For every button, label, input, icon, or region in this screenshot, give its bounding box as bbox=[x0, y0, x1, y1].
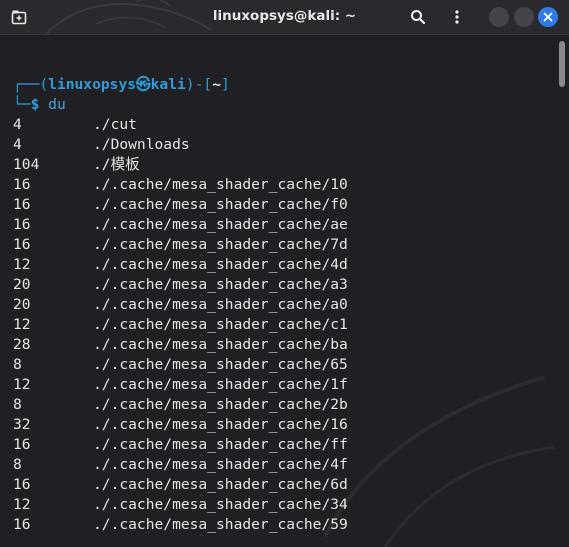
du-path: ./.cache/mesa_shader_cache/10 bbox=[93, 176, 348, 193]
new-tab-icon bbox=[11, 10, 27, 25]
prompt-header-line: ┌──(linuxopsys㉿kali)-[~] bbox=[13, 75, 230, 95]
du-path: ./.cache/mesa_shader_cache/ba bbox=[93, 336, 348, 353]
minimize-button[interactable] bbox=[489, 7, 509, 27]
prompt-close-bracket: ] bbox=[220, 76, 230, 93]
du-path: ./.cache/mesa_shader_cache/a0 bbox=[93, 296, 348, 313]
du-size: 28 bbox=[13, 336, 31, 353]
du-size: 4 bbox=[13, 116, 22, 133]
title-bar[interactable]: linuxopsys@kali: ~ bbox=[0, 0, 569, 35]
du-path: ./.cache/mesa_shader_cache/2b bbox=[93, 396, 348, 413]
prompt-close-paren: ) bbox=[185, 76, 195, 93]
du-path: ./.cache/mesa_shader_cache/1f bbox=[93, 376, 348, 393]
du-path: ./.cache/mesa_shader_cache/65 bbox=[93, 356, 348, 373]
new-tab-button[interactable] bbox=[9, 7, 29, 27]
du-size: 12 bbox=[13, 376, 31, 393]
du-output-row: 16 ./.cache/mesa_shader_cache/ff bbox=[13, 435, 348, 455]
du-path: ./.cache/mesa_shader_cache/16 bbox=[93, 416, 348, 433]
du-size: 16 bbox=[13, 476, 31, 493]
entered-command: du bbox=[48, 96, 66, 113]
du-path: ./.cache/mesa_shader_cache/7d bbox=[93, 236, 348, 253]
du-output-row: 12 ./.cache/mesa_shader_cache/c1 bbox=[13, 315, 348, 335]
search-icon bbox=[411, 10, 426, 25]
prompt-host: kali bbox=[150, 76, 186, 93]
du-output-row: 12 ./.cache/mesa_shader_cache/4d bbox=[13, 255, 348, 275]
du-size: 16 bbox=[13, 216, 31, 233]
close-button[interactable] bbox=[538, 7, 558, 27]
scrollbar[interactable] bbox=[555, 35, 569, 547]
du-size: 32 bbox=[13, 416, 31, 433]
du-size: 104 bbox=[13, 156, 40, 173]
du-output-row: 4 ./Downloads bbox=[13, 135, 348, 155]
du-path: ./.cache/mesa_shader_cache/34 bbox=[93, 496, 348, 513]
du-output-row: 16 ./.cache/mesa_shader_cache/10 bbox=[13, 175, 348, 195]
du-path: ./cut bbox=[93, 116, 137, 133]
du-output-row: 28 ./.cache/mesa_shader_cache/ba bbox=[13, 335, 348, 355]
prompt-user: linuxopsys bbox=[48, 76, 137, 93]
du-path: ./.cache/mesa_shader_cache/59 bbox=[93, 516, 348, 533]
du-output-row: 16 ./.cache/mesa_shader_cache/ae bbox=[13, 215, 348, 235]
du-output-row: 8 ./.cache/mesa_shader_cache/4f bbox=[13, 455, 348, 475]
kali-dragon-watermark-icon bbox=[45, 0, 212, 34]
du-size: 12 bbox=[13, 316, 31, 333]
du-size: 16 bbox=[13, 236, 31, 253]
prompt-open-bracket: [ bbox=[203, 76, 213, 93]
du-output-row: 8 ./.cache/mesa_shader_cache/65 bbox=[13, 355, 348, 375]
du-size: 20 bbox=[13, 276, 31, 293]
du-path: ./.cache/mesa_shader_cache/6d bbox=[93, 476, 348, 493]
du-size: 16 bbox=[13, 176, 31, 193]
du-output-row: 12 ./.cache/mesa_shader_cache/1f bbox=[13, 375, 348, 395]
du-output-row: 104 ./模板 bbox=[13, 155, 348, 175]
close-icon bbox=[543, 12, 553, 22]
du-output-row: 32 ./.cache/mesa_shader_cache/16 bbox=[13, 415, 348, 435]
du-size: 16 bbox=[13, 516, 31, 533]
prompt-dollar: $ bbox=[30, 96, 40, 113]
du-path: ./.cache/mesa_shader_cache/4d bbox=[93, 256, 348, 273]
kebab-menu-icon bbox=[455, 10, 459, 24]
du-size: 16 bbox=[13, 436, 31, 453]
search-button[interactable] bbox=[407, 6, 429, 28]
du-path: ./.cache/mesa_shader_cache/4f bbox=[93, 456, 348, 473]
du-output-row: 20 ./.cache/mesa_shader_cache/a3 bbox=[13, 275, 348, 295]
du-output-row: 16 ./.cache/mesa_shader_cache/f0 bbox=[13, 195, 348, 215]
terminal-output-area[interactable]: ┌──(linuxopsys㉿kali)-[~] └─$ du 4 ./cut 4.… bbox=[0, 35, 555, 547]
du-size: 16 bbox=[13, 196, 31, 213]
terminal-window: linuxopsys@kali: ~ ┌──(linuxopsys㉿kali)-… bbox=[0, 0, 569, 547]
du-size: 8 bbox=[13, 356, 22, 373]
prompt-corner-bottom: └─ bbox=[13, 96, 31, 113]
du-size: 12 bbox=[13, 496, 31, 513]
du-path: ./模板 bbox=[93, 156, 140, 173]
du-output-row: 20 ./.cache/mesa_shader_cache/a0 bbox=[13, 295, 348, 315]
du-path: ./.cache/mesa_shader_cache/c1 bbox=[93, 316, 348, 333]
du-size: 8 bbox=[13, 456, 22, 473]
du-output-row: 16 ./.cache/mesa_shader_cache/59 bbox=[13, 515, 348, 535]
maximize-button[interactable] bbox=[514, 7, 534, 27]
du-output-row: 4 ./cut bbox=[13, 115, 348, 135]
du-path: ./Downloads bbox=[93, 136, 190, 153]
scrollbar-thumb[interactable] bbox=[559, 41, 565, 87]
du-size: 20 bbox=[13, 296, 31, 313]
du-output-row: 8 ./.cache/mesa_shader_cache/2b bbox=[13, 395, 348, 415]
du-output-row: 16 ./.cache/mesa_shader_cache/6d bbox=[13, 475, 348, 495]
prompt-command-line: └─$ du bbox=[13, 95, 66, 115]
prompt-corner-top: ┌── bbox=[13, 76, 40, 93]
du-size: 8 bbox=[13, 396, 22, 413]
menu-button[interactable] bbox=[446, 6, 468, 28]
du-output-row: 16 ./.cache/mesa_shader_cache/7d bbox=[13, 235, 348, 255]
prompt-skull-symbol: ㉿ bbox=[136, 76, 151, 93]
du-size: 4 bbox=[13, 136, 22, 153]
prompt-cwd: ~ bbox=[212, 76, 221, 93]
du-path: ./.cache/mesa_shader_cache/ae bbox=[93, 216, 348, 233]
du-path: ./.cache/mesa_shader_cache/ff bbox=[93, 436, 348, 453]
du-output-row: 12 ./.cache/mesa_shader_cache/34 bbox=[13, 495, 348, 515]
du-path: ./.cache/mesa_shader_cache/f0 bbox=[93, 196, 348, 213]
prompt-open-paren: ( bbox=[39, 76, 49, 93]
du-output-list: 4 ./cut 4 ./Downloads 104 ./模板 16 ./.cache/mesa… bbox=[13, 115, 348, 535]
du-size: 12 bbox=[13, 256, 31, 273]
du-path: ./.cache/mesa_shader_cache/a3 bbox=[93, 276, 348, 293]
